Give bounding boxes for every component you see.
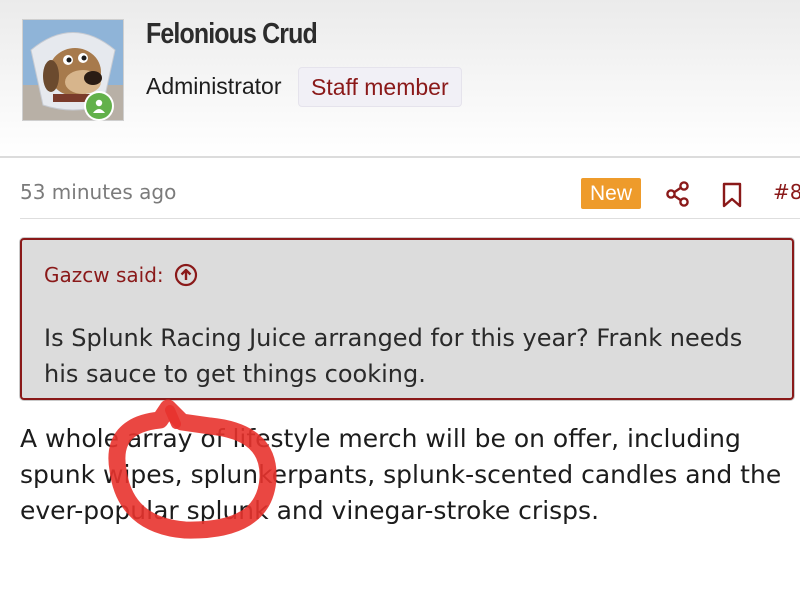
post-body-text: A whole array of lifestyle merch will be… bbox=[20, 424, 782, 525]
staff-member-badge: Staff member bbox=[298, 67, 462, 107]
post-number-link[interactable]: #8 bbox=[773, 180, 800, 204]
online-status-icon bbox=[84, 91, 114, 121]
share-icon[interactable] bbox=[664, 180, 692, 208]
post-meta-bar: 53 minutes ago New #8 bbox=[20, 168, 800, 219]
user-title: Administrator bbox=[146, 73, 282, 99]
bookmark-icon[interactable] bbox=[720, 181, 744, 209]
quote-author: Gazcw said: bbox=[44, 263, 198, 287]
quote-author-label[interactable]: Gazcw said: bbox=[44, 263, 164, 287]
quote-block: Gazcw said: Is Splunk Racing Juice arran… bbox=[20, 238, 794, 400]
quote-text: Is Splunk Racing Juice arranged for this… bbox=[44, 324, 743, 388]
username-link[interactable]: Felonious Crud bbox=[146, 18, 318, 51]
arrow-up-circle-icon[interactable] bbox=[174, 263, 198, 287]
post-timestamp[interactable]: 53 minutes ago bbox=[20, 180, 176, 204]
user-header: Felonious Crud Administrator Staff membe… bbox=[0, 0, 800, 158]
new-badge: New bbox=[581, 178, 642, 209]
